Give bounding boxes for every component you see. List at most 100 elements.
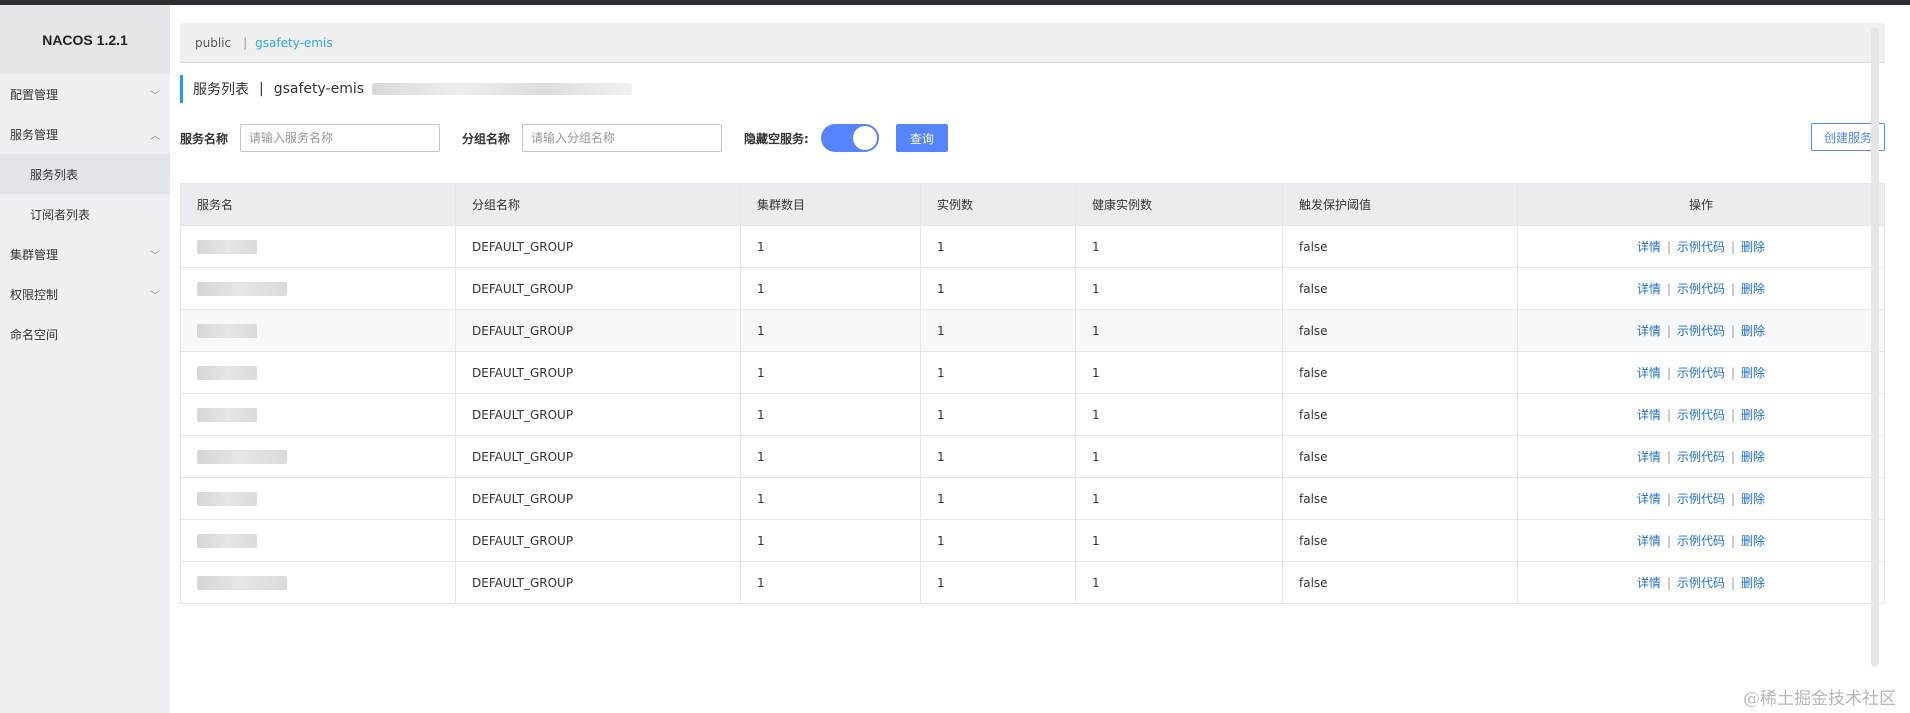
redacted-service-name [197,491,257,506]
op-separator: | [1666,324,1671,338]
cell-group-name: DEFAULT_GROUP [455,477,741,520]
sidebar-item-label: 服务管理 [10,127,59,142]
sidebar-item-cluster[interactable]: 集群管理 ﹀ [0,234,170,274]
sidebar-item-auth[interactable]: 权限控制 ﹀ [0,274,170,314]
cell-group-name: DEFAULT_GROUP [455,351,741,394]
delete-link[interactable]: 删除 [1741,450,1765,464]
detail-link[interactable]: 详情 [1637,534,1661,548]
cell-instance-count: 1 [920,267,1076,310]
op-separator: | [1666,240,1671,254]
col-cluster-count[interactable]: 集群数目 [740,183,921,226]
op-separator: | [1731,492,1736,506]
sidebar-item-service[interactable]: 服务管理 ︿ [0,114,170,154]
cell-protect-threshold: false [1282,393,1518,436]
cell-cluster-count: 1 [740,477,921,520]
cell-service-name [180,561,456,604]
redacted-service-name [197,239,257,254]
detail-link[interactable]: 详情 [1637,282,1661,296]
redacted-service-name [197,533,257,548]
sidebar-item-namespace[interactable]: 命名空间 [0,314,170,354]
cell-cluster-count: 1 [740,435,921,478]
col-service-name[interactable]: 服务名 [180,183,456,226]
namespace-separator: | [243,35,248,50]
cell-instance-count: 1 [920,225,1076,268]
op-separator: | [1731,534,1736,548]
sample-code-link[interactable]: 示例代码 [1677,534,1725,548]
table-row: DEFAULT_GROUP 1 1 1 false 详情 | 示例代码 | 删除 [180,309,1885,352]
query-button[interactable]: 查询 [895,124,948,152]
namespace-bar: public | gsafety-emis [180,23,1885,63]
namespace-public[interactable]: public [195,36,231,50]
delete-link[interactable]: 删除 [1741,324,1765,338]
delete-link[interactable]: 删除 [1741,366,1765,380]
cell-operations: 详情 | 示例代码 | 删除 [1517,309,1885,352]
hide-empty-toggle[interactable] [820,124,879,152]
cell-cluster-count: 1 [740,267,921,310]
sidebar-item-service-list[interactable]: 服务列表 [0,154,170,194]
sample-code-link[interactable]: 示例代码 [1677,450,1725,464]
cell-group-name: DEFAULT_GROUP [455,225,741,268]
cell-healthy-count: 1 [1075,561,1283,604]
table-row: DEFAULT_GROUP 1 1 1 false 详情 | 示例代码 | 删除 [180,225,1885,268]
sample-code-link[interactable]: 示例代码 [1677,408,1725,422]
cell-protect-threshold: false [1282,309,1518,352]
watermark: @稀土掘金技术社区 [1743,689,1896,709]
cell-operations: 详情 | 示例代码 | 删除 [1517,351,1885,394]
sidebar-item-label: 服务列表 [30,167,79,182]
delete-link[interactable]: 删除 [1741,282,1765,296]
table-row: DEFAULT_GROUP 1 1 1 false 详情 | 示例代码 | 删除 [180,435,1885,478]
col-operations: 操作 [1517,183,1885,226]
cell-group-name: DEFAULT_GROUP [455,393,741,436]
delete-link[interactable]: 删除 [1741,240,1765,254]
delete-link[interactable]: 删除 [1741,492,1765,506]
sample-code-link[interactable]: 示例代码 [1677,240,1725,254]
sidebar-item-label: 配置管理 [10,87,59,102]
col-instance-count[interactable]: 实例数 [920,183,1076,226]
cell-service-name [180,309,456,352]
detail-link[interactable]: 详情 [1637,492,1661,506]
sample-code-link[interactable]: 示例代码 [1677,366,1725,380]
cell-healthy-count: 1 [1075,393,1283,436]
scrollbar[interactable] [1871,27,1879,667]
cell-service-name [180,519,456,562]
filter-bar: 服务名称 分组名称 隐藏空服务: 查询 创建服务 [180,123,1885,153]
delete-link[interactable]: 删除 [1741,408,1765,422]
detail-link[interactable]: 详情 [1637,576,1661,590]
namespace-gsafety-emis[interactable]: gsafety-emis [255,36,332,50]
sample-code-link[interactable]: 示例代码 [1677,492,1725,506]
detail-link[interactable]: 详情 [1637,450,1661,464]
service-name-input[interactable] [240,124,441,152]
cell-service-name [180,477,456,520]
delete-link[interactable]: 删除 [1741,534,1765,548]
sidebar-item-config[interactable]: 配置管理 ﹀ [0,74,170,114]
cell-cluster-count: 1 [740,519,921,562]
table-row: DEFAULT_GROUP 1 1 1 false 详情 | 示例代码 | 删除 [180,561,1885,604]
cell-service-name [180,225,456,268]
cell-group-name: DEFAULT_GROUP [455,519,741,562]
sample-code-link[interactable]: 示例代码 [1677,324,1725,338]
cell-protect-threshold: false [1282,561,1518,604]
cell-healthy-count: 1 [1075,225,1283,268]
cell-service-name [180,351,456,394]
table-row: DEFAULT_GROUP 1 1 1 false 详情 | 示例代码 | 删除 [180,267,1885,310]
cell-operations: 详情 | 示例代码 | 删除 [1517,519,1885,562]
sidebar-item-subscribers[interactable]: 订阅者列表 [0,194,170,234]
sample-code-link[interactable]: 示例代码 [1677,282,1725,296]
col-healthy-count[interactable]: 健康实例数 [1075,183,1283,226]
table-row: DEFAULT_GROUP 1 1 1 false 详情 | 示例代码 | 删除 [180,477,1885,520]
group-name-label: 分组名称 [462,131,511,146]
op-separator: | [1666,492,1671,506]
service-table: 服务名 分组名称 集群数目 实例数 健康实例数 触发保护阈值 操作 DEFAUL… [180,183,1885,604]
detail-link[interactable]: 详情 [1637,240,1661,254]
detail-link[interactable]: 详情 [1637,366,1661,380]
detail-link[interactable]: 详情 [1637,324,1661,338]
page-title-separator: | [259,81,264,97]
chevron-down-icon: ﹀ [150,290,160,302]
col-group-name[interactable]: 分组名称 [455,183,741,226]
sample-code-link[interactable]: 示例代码 [1677,576,1725,590]
sidebar: NACOS 1.2.1 配置管理 ﹀ 服务管理 ︿ 服务列表 订阅者列表 集群管… [0,5,170,713]
group-name-input[interactable] [522,124,723,152]
detail-link[interactable]: 详情 [1637,408,1661,422]
col-protect-threshold[interactable]: 触发保护阈值 [1282,183,1518,226]
delete-link[interactable]: 删除 [1741,576,1765,590]
